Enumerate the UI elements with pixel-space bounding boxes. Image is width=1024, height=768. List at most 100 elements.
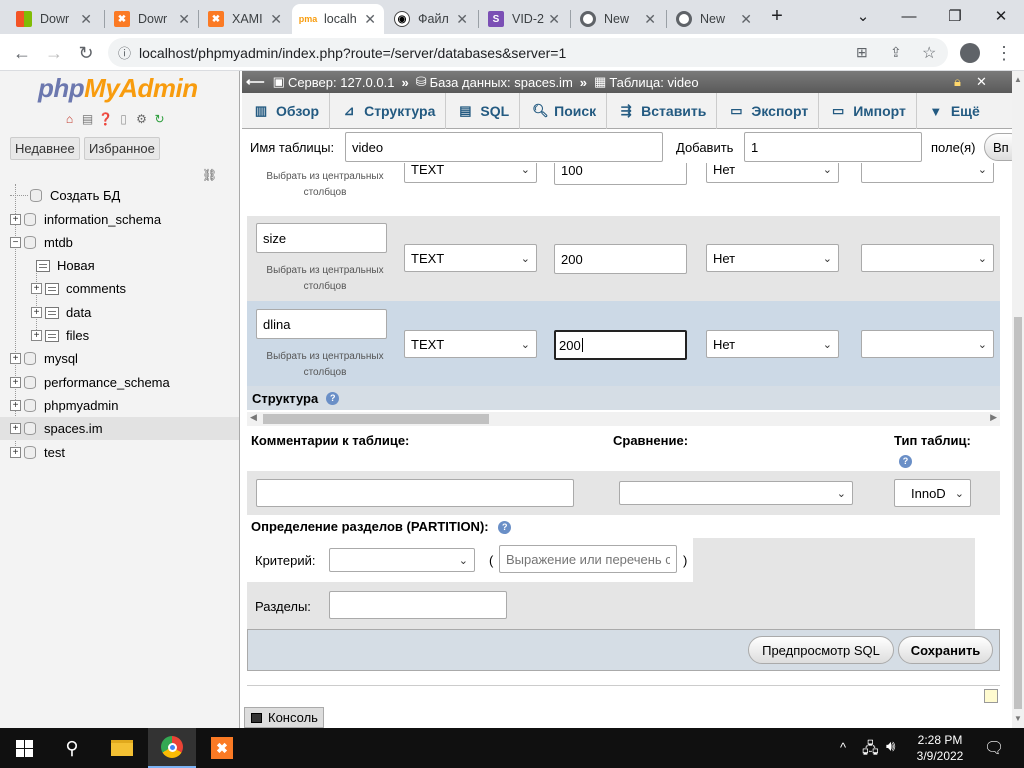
browser-tab[interactable]: ◉ Файл ✕ [386, 4, 476, 34]
storage-engine-select[interactable]: InnoD ⌄ [894, 479, 971, 507]
help-icon[interactable]: ❓ [98, 111, 113, 126]
table-comments-input[interactable] [256, 479, 574, 507]
column-default-select[interactable]: Нет ⌄ [706, 244, 839, 272]
tree-item-db[interactable]: + information_schema [10, 208, 161, 231]
column-default-select[interactable]: Нет ⌄ [706, 163, 839, 183]
column-collation-select[interactable]: ⌄ [861, 330, 994, 358]
recent-tables-button[interactable]: Недавнее [10, 137, 80, 160]
collation-select[interactable]: ⌄ [619, 481, 853, 505]
scrollbar-thumb[interactable] [263, 414, 489, 424]
tab-search-chevron-icon[interactable]: ⌄ [840, 0, 886, 32]
more-menu-icon[interactable]: ⋮ [990, 39, 1018, 67]
translate-icon[interactable]: ⊞ [856, 44, 868, 61]
expand-plus-icon[interactable]: + [10, 447, 21, 458]
network-icon[interactable]: 🖧︎ [862, 738, 879, 763]
notes-icon[interactable] [984, 689, 998, 703]
scroll-right-arrow-icon[interactable]: ▶ [990, 412, 997, 423]
table-name-input[interactable]: video [345, 132, 663, 162]
tab-more[interactable]: ▼ Ещё [917, 93, 990, 129]
column-type-select[interactable]: TEXT ⌄ [404, 330, 537, 358]
docs-icon[interactable]: ▯ [116, 111, 131, 126]
tab-sql[interactable]: ▤ SQL [446, 93, 521, 129]
column-type-select[interactable]: TEXT ⌄ [404, 244, 537, 272]
close-tab-icon[interactable]: ✕ [270, 11, 282, 28]
tree-item-db[interactable]: + mysql [10, 347, 78, 370]
tree-item-db[interactable]: + test [10, 441, 65, 464]
expand-plus-icon[interactable]: + [31, 330, 42, 341]
bookmark-star-icon[interactable]: ☆ [922, 43, 936, 63]
tab-structure[interactable]: ⊿ Структура [330, 93, 447, 129]
close-tab-icon[interactable]: ✕ [456, 11, 468, 28]
close-tab-icon[interactable]: ✕ [364, 11, 376, 28]
volume-icon[interactable]: 🔊︎ [886, 738, 895, 755]
windows-start-icon[interactable] [0, 728, 48, 768]
column-length-input[interactable]: 200 [554, 244, 687, 274]
back-arrow-icon[interactable]: ← [8, 39, 36, 67]
go-button[interactable]: Вп [984, 133, 1012, 161]
info-icon[interactable]: ⓘ [118, 43, 131, 62]
breadcrumb-server[interactable]: ▣ Сервер: 127.0.0.1 [273, 74, 395, 90]
browser-tab-active[interactable]: pma localh ✕ [292, 4, 384, 34]
partitions-count-input[interactable] [329, 591, 507, 619]
browser-tab[interactable]: ✖ XAMI ✕ [200, 4, 290, 34]
expand-plus-icon[interactable]: + [10, 353, 21, 364]
tree-item-create-db[interactable]: Создать БД [10, 184, 120, 207]
expand-plus-icon[interactable]: + [31, 307, 42, 318]
preview-sql-button[interactable]: Предпросмотр SQL [748, 636, 894, 664]
tree-item-db[interactable]: + phpmyadmin [10, 394, 118, 417]
search-icon[interactable]: ⚲ [48, 728, 96, 768]
lock-icon[interactable]: 🔒︎ [954, 74, 961, 90]
close-tab-icon[interactable]: ✕ [644, 11, 656, 28]
help-icon[interactable]: ? [326, 391, 340, 405]
scrollbar-thumb[interactable] [1014, 317, 1022, 709]
add-fields-count-input[interactable]: 1 [744, 132, 922, 162]
address-bar[interactable]: ⓘ localhost/phpmyadmin/index.php?route=/… [108, 38, 948, 67]
partition-criterion-select[interactable]: ⌄ [329, 548, 475, 572]
browser-tab[interactable]: S VID-2 ✕ [480, 4, 568, 34]
column-length-input[interactable]: 100 [554, 163, 687, 185]
close-tab-icon[interactable]: ✕ [740, 11, 752, 28]
help-icon[interactable]: ? [498, 521, 512, 535]
share-icon[interactable]: ⇪ [890, 44, 902, 61]
breadcrumb-table[interactable]: ▦ Таблица: video [594, 74, 699, 90]
scroll-up-arrow-icon[interactable]: ▲ [1014, 75, 1022, 84]
home-icon[interactable]: ⌂ [62, 111, 77, 126]
expand-plus-icon[interactable]: + [10, 400, 21, 411]
column-name-input[interactable]: size [256, 223, 387, 253]
column-length-input-focused[interactable]: 200 [554, 330, 687, 360]
browser-tab[interactable]: ✖ Dowr ✕ [106, 4, 198, 34]
favorite-tables-button[interactable]: Избранное [84, 137, 160, 160]
close-tab-icon[interactable]: ✕ [548, 11, 560, 28]
tab-search[interactable]: 🔍︎ Поиск [520, 93, 608, 129]
breadcrumb-database[interactable]: ⛁ База данных: spaces.im [416, 74, 573, 90]
column-name-input[interactable]: dlina [256, 309, 387, 339]
browser-tab[interactable]: Dowr ✕ [8, 4, 100, 34]
collapse-arrow-icon[interactable]: ⟵ [246, 74, 265, 90]
restore-icon[interactable]: ❐ [932, 0, 978, 32]
tree-item-table[interactable]: + files [31, 324, 89, 347]
file-explorer-icon[interactable] [98, 728, 146, 768]
forward-arrow-icon[interactable]: → [40, 39, 68, 67]
expand-plus-icon[interactable]: + [10, 423, 21, 434]
column-type-select[interactable]: TEXT ⌄ [404, 163, 537, 183]
tree-item-db[interactable]: + performance_schema [10, 371, 170, 394]
settings-gear-icon[interactable]: ⚙ [134, 111, 149, 126]
tree-item-db[interactable]: − mtdb [10, 231, 73, 254]
central-columns-link[interactable]: Выбрать из центральных столбцов [255, 169, 395, 201]
save-button[interactable]: Сохранить [898, 636, 993, 664]
close-x-icon[interactable]: ✕ [976, 74, 987, 90]
logout-icon[interactable]: ▤ [80, 111, 95, 126]
new-tab-plus-icon[interactable]: + [762, 0, 792, 32]
notifications-icon[interactable]: 🗨︎ [984, 738, 1004, 758]
scroll-down-arrow-icon[interactable]: ▼ [1014, 714, 1022, 723]
close-tab-icon[interactable]: ✕ [80, 11, 92, 28]
close-tab-icon[interactable]: ✕ [178, 11, 190, 28]
expand-plus-icon[interactable]: + [10, 377, 21, 388]
column-collation-select[interactable]: ⌄ [861, 163, 994, 183]
show-hidden-icons-chevron-icon[interactable]: ^ [840, 740, 846, 755]
refresh-icon[interactable]: ↻ [152, 111, 167, 126]
tab-export[interactable]: ▭ Экспорт [717, 93, 820, 129]
tree-item-table[interactable]: + comments [31, 277, 126, 300]
collapse-minus-icon[interactable]: − [10, 237, 21, 248]
partition-expression-input[interactable] [499, 545, 677, 573]
